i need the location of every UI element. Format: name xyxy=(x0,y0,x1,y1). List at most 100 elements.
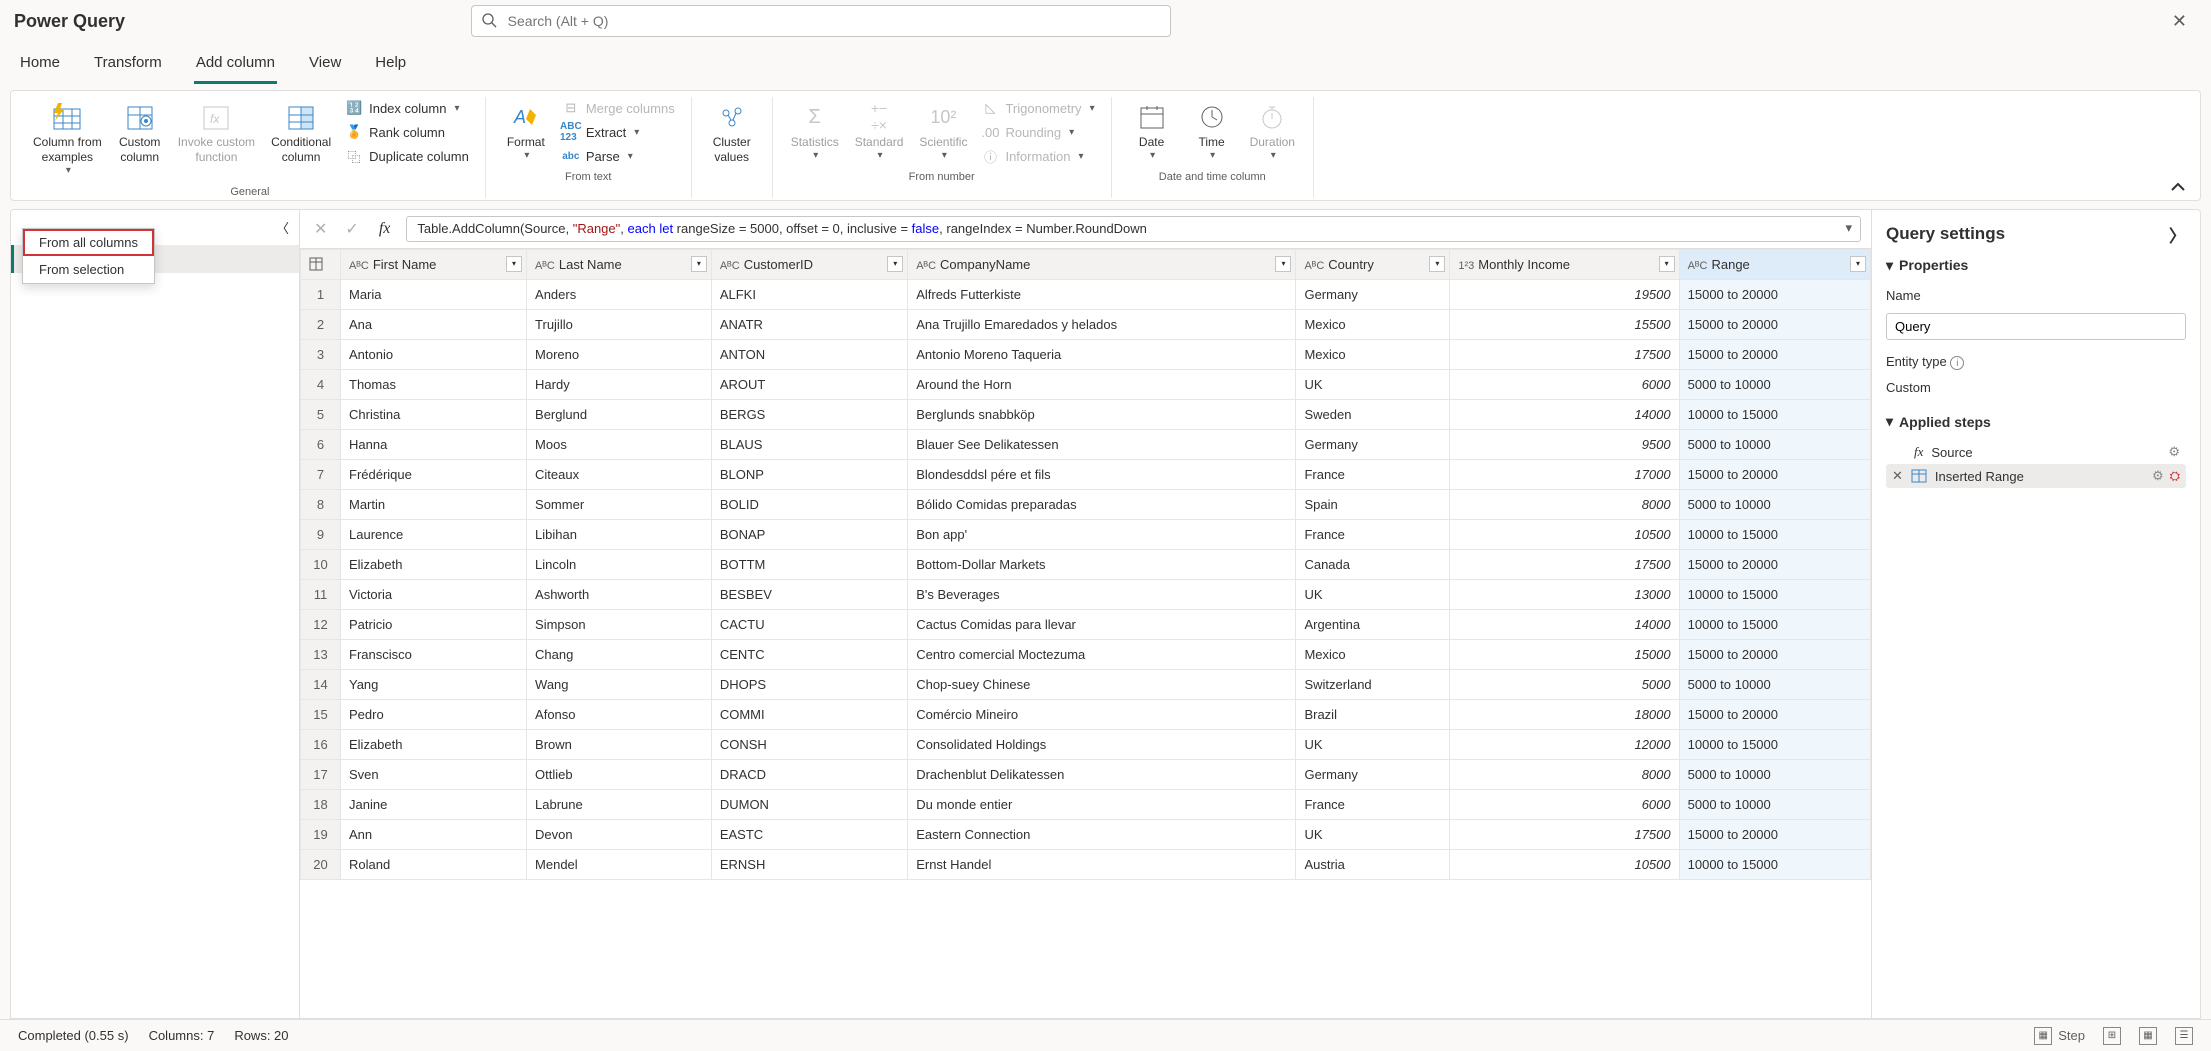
cell[interactable]: Comércio Mineiro xyxy=(908,699,1296,729)
cell[interactable]: Patricio xyxy=(341,609,527,639)
extract-button[interactable]: ABC123Extract▾ xyxy=(556,121,681,143)
row-number[interactable]: 7 xyxy=(301,459,341,489)
cell[interactable]: Thomas xyxy=(341,369,527,399)
row-number[interactable]: 2 xyxy=(301,309,341,339)
cell[interactable]: Mendel xyxy=(527,849,712,879)
cell[interactable]: Bólido Comidas preparadas xyxy=(908,489,1296,519)
cell[interactable]: Wang xyxy=(527,669,712,699)
cluster-values-button[interactable]: Cluster values xyxy=(702,97,762,169)
cancel-formula-icon[interactable]: ✕ xyxy=(310,219,331,239)
cell[interactable]: Mexico xyxy=(1296,339,1450,369)
cell[interactable]: 17500 xyxy=(1450,339,1679,369)
cell[interactable]: Spain xyxy=(1296,489,1450,519)
from-selection-item[interactable]: From selection xyxy=(23,256,154,283)
cell[interactable]: Victoria xyxy=(341,579,527,609)
row-number[interactable]: 11 xyxy=(301,579,341,609)
step-inserted-range[interactable]: ✕ Inserted Range ⚙⛭ xyxy=(1886,464,2186,488)
cell[interactable]: AROUT xyxy=(711,369,907,399)
column-header[interactable]: 1²3Monthly Income▾ xyxy=(1450,249,1679,279)
cell[interactable]: 14000 xyxy=(1450,609,1679,639)
step-source[interactable]: fx Source ⚙ xyxy=(1886,440,2186,464)
row-number[interactable]: 4 xyxy=(301,369,341,399)
cell[interactable]: DUMON xyxy=(711,789,907,819)
cell[interactable]: 10000 to 15000 xyxy=(1679,399,1870,429)
cell[interactable]: Brazil xyxy=(1296,699,1450,729)
column-header[interactable]: AᴮCRange▾ xyxy=(1679,249,1870,279)
table-row[interactable]: 8MartinSommerBOLIDBólido Comidas prepara… xyxy=(301,489,1871,519)
cell[interactable]: Centro comercial Moctezuma xyxy=(908,639,1296,669)
cell[interactable]: Maria xyxy=(341,279,527,309)
cell[interactable]: ANATR xyxy=(711,309,907,339)
table-row[interactable]: 13FransciscoChangCENTCCentro comercial M… xyxy=(301,639,1871,669)
information-button[interactable]: ⓘInformation▾ xyxy=(975,145,1100,167)
table-row[interactable]: 19AnnDevonEASTCEastern ConnectionUK17500… xyxy=(301,819,1871,849)
cell[interactable]: 9500 xyxy=(1450,429,1679,459)
table-row[interactable]: 7FrédériqueCiteauxBLONPBlondesddsl pére … xyxy=(301,459,1871,489)
table-row[interactable]: 16ElizabethBrownCONSHConsolidated Holdin… xyxy=(301,729,1871,759)
cell[interactable]: 10000 to 15000 xyxy=(1679,519,1870,549)
cell[interactable]: Antonio Moreno Taqueria xyxy=(908,339,1296,369)
cell[interactable]: 18000 xyxy=(1450,699,1679,729)
cell[interactable]: Germany xyxy=(1296,759,1450,789)
row-number[interactable]: 13 xyxy=(301,639,341,669)
tab-view[interactable]: View xyxy=(307,48,343,84)
cell[interactable]: France xyxy=(1296,789,1450,819)
cell[interactable]: Du monde entier xyxy=(908,789,1296,819)
row-number[interactable]: 8 xyxy=(301,489,341,519)
cell[interactable]: Frédérique xyxy=(341,459,527,489)
column-from-examples-button[interactable]: Column from examples▾ xyxy=(25,97,110,182)
cell[interactable]: Ana xyxy=(341,309,527,339)
filter-dropdown-icon[interactable]: ▾ xyxy=(506,256,522,272)
filter-dropdown-icon[interactable]: ▾ xyxy=(1659,256,1675,272)
cell[interactable]: Germany xyxy=(1296,279,1450,309)
cell[interactable]: Sven xyxy=(341,759,527,789)
cell[interactable]: 8000 xyxy=(1450,489,1679,519)
cell[interactable]: 13000 xyxy=(1450,579,1679,609)
cell[interactable]: 15000 to 20000 xyxy=(1679,699,1870,729)
collapse-queries-icon[interactable]: 〈 xyxy=(276,218,289,237)
cell[interactable]: Bottom-Dollar Markets xyxy=(908,549,1296,579)
row-number[interactable]: 17 xyxy=(301,759,341,789)
expand-formula-icon[interactable]: ▾ xyxy=(1845,220,1852,236)
cell[interactable]: Antonio xyxy=(341,339,527,369)
cell[interactable]: Eastern Connection xyxy=(908,819,1296,849)
cell[interactable]: Franscisco xyxy=(341,639,527,669)
cell[interactable]: Trujillo xyxy=(527,309,712,339)
cell[interactable]: BOLID xyxy=(711,489,907,519)
row-number[interactable]: 1 xyxy=(301,279,341,309)
cell[interactable]: 5000 to 10000 xyxy=(1679,789,1870,819)
duration-button[interactable]: Duration▾ xyxy=(1242,97,1303,167)
cell[interactable]: Mexico xyxy=(1296,309,1450,339)
statistics-button[interactable]: ΣStatistics▾ xyxy=(783,97,847,167)
column-view-icon[interactable]: ☰ xyxy=(2175,1027,2193,1045)
cell[interactable]: Blondesddsl pére et fils xyxy=(908,459,1296,489)
cell[interactable]: Lincoln xyxy=(527,549,712,579)
cell[interactable]: ERNSH xyxy=(711,849,907,879)
cell[interactable]: Argentina xyxy=(1296,609,1450,639)
custom-column-button[interactable]: Custom column xyxy=(110,97,170,169)
cell[interactable]: DHOPS xyxy=(711,669,907,699)
table-row[interactable]: 5ChristinaBerglundBERGSBerglunds snabbkö… xyxy=(301,399,1871,429)
cell[interactable]: Berglunds snabbköp xyxy=(908,399,1296,429)
cell[interactable]: Bon app' xyxy=(908,519,1296,549)
table-row[interactable]: 14YangWangDHOPSChop-suey ChineseSwitzerl… xyxy=(301,669,1871,699)
close-button[interactable]: ✕ xyxy=(2162,5,2197,38)
cell[interactable]: 5000 to 10000 xyxy=(1679,669,1870,699)
row-number[interactable]: 15 xyxy=(301,699,341,729)
cell[interactable]: 15000 to 20000 xyxy=(1679,309,1870,339)
cell[interactable]: 15000 to 20000 xyxy=(1679,819,1870,849)
cell[interactable]: 10000 to 15000 xyxy=(1679,609,1870,639)
row-number[interactable]: 6 xyxy=(301,429,341,459)
cell[interactable]: Brown xyxy=(527,729,712,759)
row-number[interactable]: 10 xyxy=(301,549,341,579)
cell[interactable]: UK xyxy=(1296,819,1450,849)
cell[interactable]: Hardy xyxy=(527,369,712,399)
cell[interactable]: ALFKI xyxy=(711,279,907,309)
cell[interactable]: 19500 xyxy=(1450,279,1679,309)
table-row[interactable]: 17SvenOttliebDRACDDrachenblut Delikatess… xyxy=(301,759,1871,789)
gear-icon[interactable]: ⚙ xyxy=(2152,468,2164,484)
duplicate-column-button[interactable]: ⿻Duplicate column xyxy=(339,145,475,167)
cell[interactable]: 15000 to 20000 xyxy=(1679,549,1870,579)
row-number[interactable]: 16 xyxy=(301,729,341,759)
index-column-button[interactable]: 🔢Index column▾ xyxy=(339,97,475,119)
